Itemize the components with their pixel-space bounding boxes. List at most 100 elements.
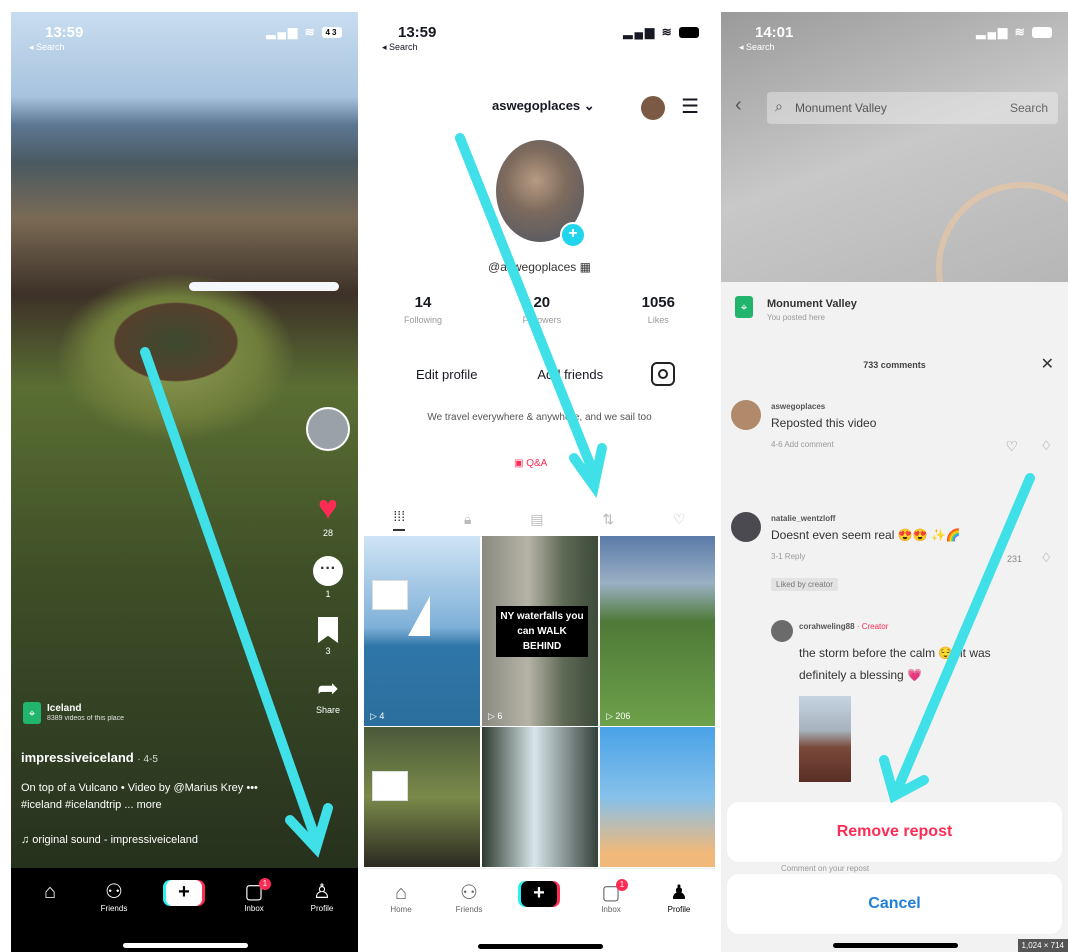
search-bar[interactable]: ⌕ Monument Valley Search	[767, 92, 1058, 124]
add-story-icon[interactable]: +	[560, 222, 586, 248]
video-caption[interactable]: On top of a Vulcano • Video by @Marius K…	[21, 780, 281, 814]
nav-create[interactable]: +	[159, 880, 209, 906]
image-dimensions-tag: 1,024 × 714	[1017, 939, 1068, 952]
remove-repost-button[interactable]: Remove repost	[727, 802, 1062, 862]
video-tile[interactable]	[364, 727, 480, 867]
video-tile[interactable]	[482, 727, 598, 867]
back-to-search[interactable]: ◂ Search	[739, 42, 775, 53]
comment-item: natalie_wentzloff Doesnt even seem real …	[731, 512, 1058, 602]
video-tile[interactable]: ▷ 4	[364, 536, 480, 726]
save-button[interactable]: 3	[306, 617, 350, 656]
commenter-avatar[interactable]	[771, 620, 793, 642]
commenter-name[interactable]: aswegoplaces	[771, 402, 825, 411]
dislike-icon[interactable]: ♢	[1040, 438, 1052, 454]
plus-icon: +	[521, 881, 557, 907]
close-icon[interactable]: ✕	[1041, 354, 1054, 374]
stat-likes[interactable]: 1056 Likes	[642, 294, 675, 325]
private-tab-icon[interactable]: 🔒︎	[464, 511, 471, 528]
nav-create[interactable]: +	[514, 881, 564, 907]
menu-icon[interactable]: ☰	[681, 96, 699, 118]
status-time: 14:01	[755, 24, 794, 41]
back-to-search[interactable]: ◂ Search	[382, 42, 418, 53]
back-chevron-icon[interactable]: ‹	[735, 94, 742, 117]
small-avatar[interactable]	[641, 96, 665, 120]
account-switcher[interactable]: aswegoplaces ⌄	[492, 98, 595, 114]
comment-meta[interactable]: 3-1 Reply	[771, 552, 805, 561]
commenter-name[interactable]: corahweling88 · Creator	[799, 622, 888, 631]
nav-home[interactable]: ⌂	[25, 880, 75, 904]
sound-label[interactable]: ♫ original sound - impressiveiceland	[21, 834, 198, 846]
status-time: 13:59	[398, 24, 437, 41]
view-count: ▷ 206	[606, 711, 631, 721]
location-name: Iceland	[47, 703, 82, 714]
location-row[interactable]: ⌖ Monument Valley You posted here	[735, 296, 857, 322]
chevron-down-icon: ⌄	[583, 98, 595, 113]
signal-icon: ▂▄▆	[623, 25, 657, 39]
side-actions: ♥ 28 ··· 1 3 ➦ Share	[306, 407, 350, 733]
videos-tab-icon[interactable]: ⁞⁞⁞	[393, 508, 406, 531]
search-button[interactable]: Search	[1010, 101, 1048, 115]
reply-item: corahweling88 · Creator the storm before…	[771, 620, 1058, 800]
video-tile[interactable]	[600, 727, 715, 867]
liked-tab-icon[interactable]: ♡	[673, 511, 686, 528]
nav-friends[interactable]: ⚇ Friends	[89, 880, 139, 913]
qr-icon[interactable]: ▦	[580, 260, 591, 274]
plus-icon: +	[166, 880, 202, 906]
commenter-avatar[interactable]	[731, 512, 761, 542]
home-indicator	[832, 943, 958, 948]
comment-photo[interactable]	[799, 696, 851, 782]
share-icon: ➦	[317, 673, 339, 703]
stat-followers[interactable]: 20 Followers	[523, 294, 562, 325]
comment-button[interactable]: ··· 1	[306, 556, 350, 599]
favorites-tab-icon[interactable]: ▤	[530, 511, 543, 528]
comment-icon: ···	[313, 556, 343, 586]
nav-friends[interactable]: ⚇ Friends	[444, 881, 494, 914]
share-button[interactable]: ➦ Share	[306, 674, 350, 715]
nav-inbox[interactable]: ▢ 1 Inbox	[586, 879, 636, 914]
nav-label: Friends	[455, 905, 483, 914]
commenter-avatar[interactable]	[731, 400, 761, 430]
home-icon: ⌂	[394, 882, 408, 904]
signal-icon: ▂▄▆	[266, 25, 300, 39]
heart-outline-icon[interactable]: ♡	[1005, 438, 1018, 455]
cancel-button[interactable]: Cancel	[727, 874, 1062, 934]
dislike-icon[interactable]: ♢	[1040, 550, 1052, 566]
nav-label: Profile	[310, 904, 334, 913]
nav-home[interactable]: ⌂ Home	[376, 881, 426, 914]
edit-profile-button[interactable]: Edit profile	[404, 363, 489, 386]
profile-actions: Edit profile Add friends	[404, 362, 675, 386]
home-indicator	[122, 943, 248, 948]
wifi-icon: ≋	[1014, 25, 1027, 39]
status-icons: ▂▄▆ ≋	[623, 25, 699, 39]
location-subtitle: You posted here	[767, 313, 825, 322]
add-friends-button[interactable]: Add friends	[525, 363, 615, 386]
home-icon: ⌂	[43, 881, 57, 903]
creator-tag: · Creator	[856, 622, 889, 631]
comment-meta[interactable]: 4-6 Add comment	[771, 440, 834, 449]
author-name: impressiveiceland	[21, 750, 134, 765]
stat-following[interactable]: 14 Following	[404, 294, 442, 325]
username: aswegoplaces	[492, 98, 581, 113]
nav-profile[interactable]: ♙ Profile	[297, 880, 347, 913]
video-tile[interactable]: NY waterfalls you can WALK BEHIND ▷ 6	[482, 536, 598, 726]
instagram-icon[interactable]	[651, 362, 675, 386]
video-tile[interactable]: ▷ 206	[600, 536, 715, 726]
commenter-name[interactable]: natalie_wentzloff	[771, 514, 835, 523]
creator-avatar[interactable]	[306, 407, 350, 451]
save-count: 3	[325, 646, 331, 656]
profile-header: aswegoplaces ⌄ ☰	[364, 96, 715, 126]
qa-link[interactable]: ▣ Q&A	[514, 458, 547, 469]
back-to-search[interactable]: ◂ Search	[29, 42, 65, 53]
nav-inbox[interactable]: ▢ 1 Inbox	[229, 878, 279, 913]
location-chip[interactable]: ⌖ Iceland 8389 videos of this place	[23, 702, 124, 724]
like-button[interactable]: ♥ 28	[306, 491, 350, 538]
comment-on-repost-hint: Comment on your repost	[781, 864, 870, 873]
comments-screen: 14:01 ◂ Search ▂▄▆ ≋ ‹ ⌕ Monument Valley…	[721, 12, 1068, 952]
nav-profile[interactable]: ♟ Profile	[654, 881, 704, 914]
reposts-tab-icon[interactable]: ⇅	[602, 511, 614, 528]
video-author[interactable]: impressiveiceland · 4-5	[21, 750, 158, 765]
view-count: ▷ 6	[488, 711, 503, 721]
tile-overlay-text: NY waterfalls you can WALK BEHIND	[496, 606, 588, 657]
bookmark-icon	[318, 617, 338, 643]
bottom-nav: ⌂ Home ⚇ Friends + ▢ 1 Inbox ♟ Profile	[364, 868, 715, 952]
